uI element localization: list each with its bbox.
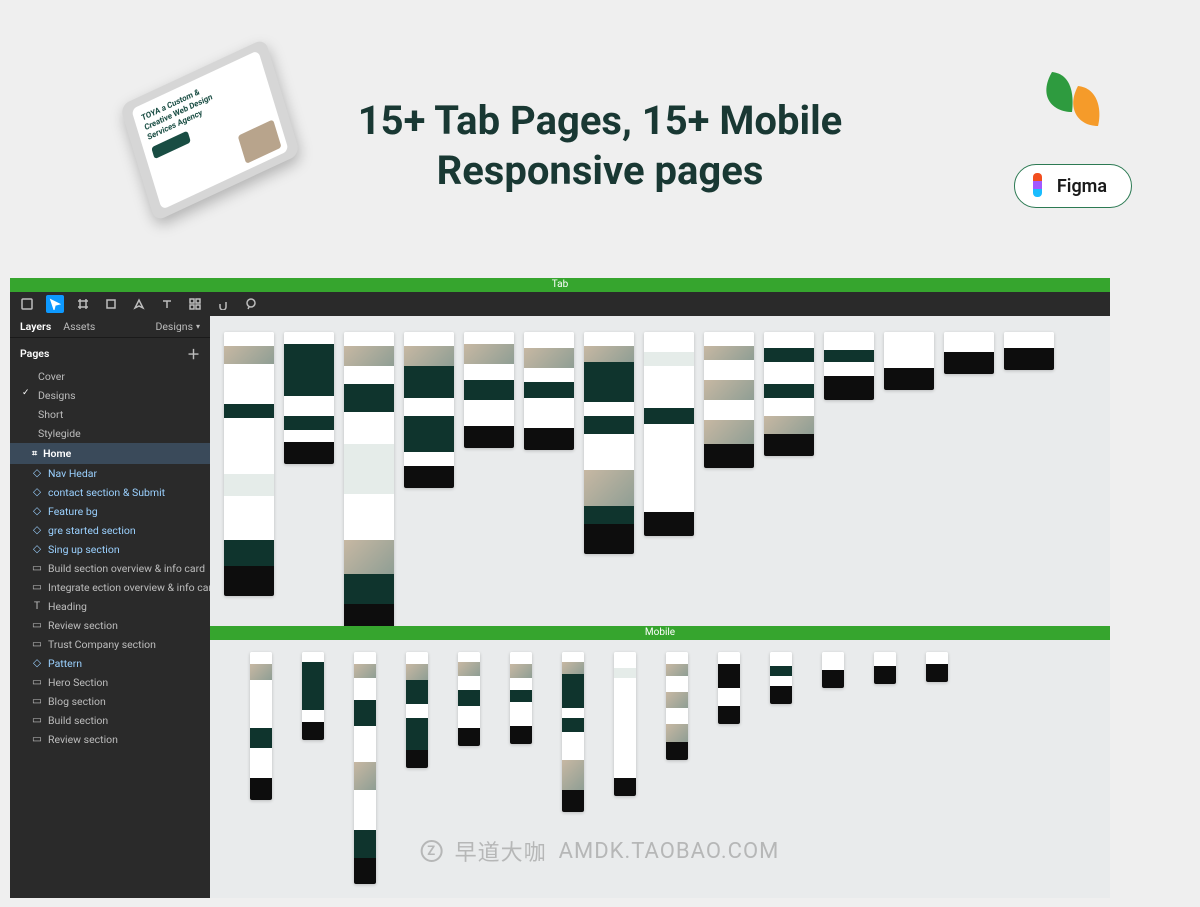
frame-icon: ⌗ bbox=[32, 449, 37, 459]
layer-item[interactable]: ◇Feature bg bbox=[10, 502, 210, 521]
pen-tool-icon[interactable] bbox=[130, 295, 148, 313]
artboard[interactable] bbox=[284, 332, 334, 464]
page-item[interactable]: Stylegide bbox=[10, 424, 210, 443]
artboard[interactable] bbox=[344, 332, 394, 634]
layer-item[interactable]: ▭Build section overview & info card bbox=[10, 559, 210, 578]
page-title: 15+ Tab Pages, 15+ Mobile Responsive pag… bbox=[250, 96, 950, 196]
figma-left-panel: Layers Assets Designs ▾ Pages ＋ CoverDes… bbox=[10, 316, 210, 898]
tablet-headline-2: Creative Web Design bbox=[143, 71, 259, 133]
artboard[interactable] bbox=[704, 332, 754, 468]
artboard[interactable] bbox=[718, 652, 740, 724]
panel-designs-dropdown[interactable]: Designs bbox=[155, 320, 193, 333]
component-icon: ◇ bbox=[32, 505, 42, 515]
artboard[interactable] bbox=[822, 652, 844, 688]
main-menu-icon[interactable] bbox=[18, 295, 36, 313]
frame-icon: ▭ bbox=[32, 695, 42, 705]
add-page-icon[interactable]: ＋ bbox=[187, 344, 200, 363]
panel-tab-layers[interactable]: Layers bbox=[20, 320, 51, 333]
frame-home[interactable]: ⌗ Home bbox=[10, 443, 210, 464]
layer-item[interactable]: THeading bbox=[10, 597, 210, 616]
artboard[interactable] bbox=[524, 332, 574, 450]
resources-tool-icon[interactable] bbox=[186, 295, 204, 313]
canvas-section-bar-tab: Tab bbox=[10, 278, 1110, 292]
artboard[interactable] bbox=[406, 652, 428, 768]
watermark-icon: Z bbox=[421, 840, 443, 862]
page-item[interactable]: Short bbox=[10, 405, 210, 424]
layer-item[interactable]: ▭Integrate ection overview & info card bbox=[10, 578, 210, 597]
artboard[interactable] bbox=[404, 332, 454, 488]
frame-icon: ▭ bbox=[32, 581, 42, 591]
artboard[interactable] bbox=[562, 652, 584, 812]
layer-item[interactable]: ◇contact section & Submit bbox=[10, 483, 210, 502]
artboard[interactable] bbox=[458, 652, 480, 746]
artboard[interactable] bbox=[926, 652, 948, 682]
component-icon: ◇ bbox=[32, 543, 42, 553]
figma-canvas[interactable]: Mobile bbox=[210, 316, 1110, 898]
hero: TOYA a Custom & Creative Web Design Serv… bbox=[0, 0, 1200, 260]
layer-item[interactable]: ◇gre started section bbox=[10, 521, 210, 540]
layer-item[interactable]: ◇Sing up section bbox=[10, 540, 210, 559]
artboard[interactable] bbox=[824, 332, 874, 400]
instance-icon: ◇ bbox=[32, 657, 42, 667]
tab-artboards-row bbox=[224, 332, 1096, 634]
page-item[interactable]: Designs bbox=[10, 386, 210, 405]
shape-tool-icon[interactable] bbox=[102, 295, 120, 313]
frame-icon: ▭ bbox=[32, 638, 42, 648]
layer-item[interactable]: ▭Build section bbox=[10, 711, 210, 730]
frame-icon: ▭ bbox=[32, 562, 42, 572]
canvas-section-bar-mobile: Mobile bbox=[210, 626, 1110, 640]
text-icon: T bbox=[32, 600, 42, 610]
layer-item[interactable]: ▭Trust Company section bbox=[10, 635, 210, 654]
layers-list: ◇Nav Hedar◇contact section & Submit◇Feat… bbox=[10, 464, 210, 749]
watermark: Z 早道大咖 AMDK.TAOBAO.COM bbox=[421, 835, 780, 867]
artboard[interactable] bbox=[770, 652, 792, 704]
artboard[interactable] bbox=[354, 652, 376, 884]
artboard[interactable] bbox=[666, 652, 688, 760]
artboard[interactable] bbox=[874, 652, 896, 684]
page-item[interactable]: Cover bbox=[10, 367, 210, 386]
component-icon: ◇ bbox=[32, 467, 42, 477]
panel-tab-assets[interactable]: Assets bbox=[63, 320, 95, 333]
artboard[interactable] bbox=[1004, 332, 1054, 370]
frame-icon: ▭ bbox=[32, 733, 42, 743]
layer-item[interactable]: ▭Blog section bbox=[10, 692, 210, 711]
artboard[interactable] bbox=[250, 652, 272, 800]
artboard[interactable] bbox=[944, 332, 994, 374]
artboard[interactable] bbox=[644, 332, 694, 536]
component-icon: ◇ bbox=[32, 486, 42, 496]
artboard[interactable] bbox=[764, 332, 814, 456]
artboard[interactable] bbox=[510, 652, 532, 744]
figma-badge-label: Figma bbox=[1057, 176, 1107, 197]
artboard[interactable] bbox=[224, 332, 274, 596]
artboard[interactable] bbox=[584, 332, 634, 554]
artboard[interactable] bbox=[464, 332, 514, 448]
figma-badge: Figma bbox=[1014, 164, 1132, 208]
artboard[interactable] bbox=[302, 652, 324, 740]
layer-item[interactable]: ◇Nav Hedar bbox=[10, 464, 210, 483]
frame-icon: ▭ bbox=[32, 619, 42, 629]
figma-editor: Tab Layers Assets Designs ▾ bbox=[10, 278, 1110, 898]
frame-icon: ▭ bbox=[32, 714, 42, 724]
figma-toolbar bbox=[10, 292, 1110, 316]
pages-header-label: Pages bbox=[20, 347, 49, 360]
artboard[interactable] bbox=[884, 332, 934, 390]
pages-list: CoverDesignsShortStylegide bbox=[10, 367, 210, 443]
comment-tool-icon[interactable] bbox=[242, 295, 260, 313]
frame-icon: ▭ bbox=[32, 676, 42, 686]
brand-leaf-logo bbox=[1032, 72, 1112, 134]
component-icon: ◇ bbox=[32, 524, 42, 534]
artboard[interactable] bbox=[614, 652, 636, 796]
text-tool-icon[interactable] bbox=[158, 295, 176, 313]
layer-item[interactable]: ▭Hero Section bbox=[10, 673, 210, 692]
figma-icon bbox=[1029, 173, 1047, 199]
watermark-text-url: AMDK.TAOBAO.COM bbox=[559, 839, 780, 864]
watermark-text-cn: 早道大咖 bbox=[455, 835, 547, 867]
chevron-down-icon: ▾ bbox=[196, 322, 200, 331]
frame-tool-icon[interactable] bbox=[74, 295, 92, 313]
move-tool-icon[interactable] bbox=[46, 295, 64, 313]
layer-item[interactable]: ▭Review section bbox=[10, 616, 210, 635]
layer-item[interactable]: ▭Review section bbox=[10, 730, 210, 749]
layer-item[interactable]: ◇Pattern bbox=[10, 654, 210, 673]
hand-tool-icon[interactable] bbox=[214, 295, 232, 313]
